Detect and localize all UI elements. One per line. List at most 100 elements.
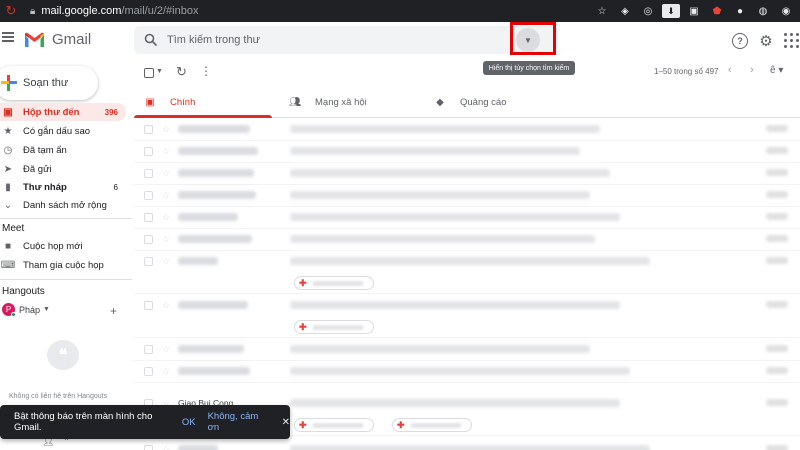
- star-icon[interactable]: ☆: [162, 300, 170, 311]
- table-row[interactable]: ☆: [134, 142, 800, 163]
- bookmark-star-icon[interactable]: ☆: [593, 4, 611, 18]
- sidebar-item-sent[interactable]: ➤ Đã gửi: [0, 160, 126, 178]
- tab-primary[interactable]: ▣ Chính: [134, 86, 272, 118]
- pdf-icon: ✚: [299, 277, 307, 288]
- search-icon[interactable]: [144, 33, 158, 47]
- prev-page-icon[interactable]: ‹: [728, 64, 732, 76]
- star-icon[interactable]: ☆: [162, 168, 170, 179]
- refresh-icon[interactable]: ↻: [176, 64, 187, 80]
- row-checkbox[interactable]: [144, 191, 153, 200]
- extension-icon[interactable]: ◍: [754, 4, 772, 18]
- lock-icon[interactable]: 🔒︎: [30, 6, 35, 17]
- main-menu-icon[interactable]: [2, 32, 14, 44]
- star-icon[interactable]: ☆: [162, 234, 170, 245]
- sender-blurred: [178, 169, 254, 177]
- no-thanks-button[interactable]: Không, cảm ơn: [208, 411, 268, 433]
- sidebar-item-drafts[interactable]: ▮ Thư nháp 6: [0, 178, 126, 196]
- star-icon[interactable]: ☆: [162, 344, 170, 355]
- meet-section-title: Meet: [2, 223, 25, 234]
- more-vert-icon[interactable]: ⋮: [200, 64, 212, 78]
- table-row[interactable]: ☆: [134, 440, 800, 450]
- star-icon[interactable]: ☆: [162, 212, 170, 223]
- search-input[interactable]: Tìm kiếm trong thư: [167, 34, 260, 46]
- date-blurred: [766, 147, 788, 154]
- sidebar: Soạn thư ▣ Hộp thư đến 396 ★ Có gắn dấu …: [0, 60, 134, 450]
- download-icon[interactable]: ⬇: [662, 4, 680, 18]
- row-checkbox[interactable]: [144, 257, 153, 266]
- table-row[interactable]: ☆ ✚: [134, 296, 800, 338]
- apps-grid-icon[interactable]: [784, 33, 800, 49]
- table-row[interactable]: ☆: [134, 208, 800, 229]
- row-checkbox[interactable]: [144, 445, 153, 450]
- select-all-checkbox[interactable]: [144, 68, 154, 78]
- caret-down-icon[interactable]: ▼: [43, 306, 50, 313]
- avatar: P: [2, 303, 16, 317]
- close-icon[interactable]: ✕: [282, 417, 290, 428]
- row-checkbox[interactable]: [144, 235, 153, 244]
- row-checkbox[interactable]: [144, 169, 153, 178]
- tab-promotions[interactable]: ◆ Quảng cáo: [424, 86, 562, 118]
- select-dropdown-icon[interactable]: ▼: [156, 68, 163, 75]
- keyboard-icon: ⌨: [0, 259, 16, 271]
- attachment-chip[interactable]: ✚: [294, 320, 374, 334]
- sender-blurred: [178, 213, 238, 221]
- sidebar-item-snoozed[interactable]: ◷ Đã tạm ẩn: [0, 141, 126, 159]
- window-icon[interactable]: ▣: [685, 4, 703, 18]
- attachment-chip[interactable]: ✚: [294, 418, 374, 432]
- input-tools-icon[interactable]: ê ▾: [770, 65, 783, 76]
- sidebar-item-label: Cuộc họp mới: [23, 240, 83, 252]
- sidebar-item-new-meeting[interactable]: ■ Cuộc họp mới: [0, 237, 126, 255]
- shield-icon[interactable]: ◈: [616, 4, 634, 18]
- reload-icon[interactable]: ↻: [0, 3, 22, 19]
- sidebar-item-more[interactable]: ⌄ Danh sách mở rộng: [0, 196, 126, 214]
- table-row[interactable]: ☆ ✚: [134, 252, 800, 294]
- sidebar-item-label: Có gắn dấu sao: [23, 125, 91, 137]
- url-field[interactable]: mail.google.com/mail/u/2/#inbox: [41, 5, 198, 17]
- table-row[interactable]: ☆: [134, 186, 800, 207]
- table-row[interactable]: ☆: [134, 362, 800, 383]
- sidebar-item-join-meeting[interactable]: ⌨ Tham gia cuộc họp: [0, 256, 126, 274]
- attachment-chip[interactable]: ✚: [294, 276, 374, 290]
- ok-button[interactable]: OK: [182, 417, 196, 428]
- gmail-logo[interactable]: Gmail: [24, 31, 91, 48]
- attachment-name-blurred: [313, 280, 363, 286]
- row-checkbox[interactable]: [144, 367, 153, 376]
- row-checkbox[interactable]: [144, 213, 153, 222]
- hangouts-user[interactable]: P Pháp ▼: [2, 303, 50, 317]
- sidebar-item-starred[interactable]: ★ Có gắn dấu sao: [0, 122, 126, 140]
- sender-blurred: [178, 147, 258, 155]
- extension-icon[interactable]: ●: [731, 4, 749, 18]
- attachment-chip[interactable]: ✚: [392, 418, 472, 432]
- search-bar[interactable]: Tìm kiếm trong thư ▼: [134, 26, 558, 54]
- extension-icon[interactable]: ◎: [639, 4, 657, 18]
- add-contact-icon[interactable]: +: [110, 304, 117, 318]
- pdf-icon: ✚: [299, 419, 307, 430]
- star-icon[interactable]: ☆: [162, 124, 170, 135]
- tab-social[interactable]: 👥︎ Mạng xã hội: [279, 86, 417, 118]
- sidebar-item-inbox[interactable]: ▣ Hộp thư đến 396: [0, 103, 126, 121]
- row-checkbox[interactable]: [144, 147, 153, 156]
- email-list: ☆ ☆ ☆ ☆ ☆ ☆ ☆ ✚ ☆ ✚ ☆ ☆ ☆ Giao Bui Cong ✚…: [134, 118, 800, 450]
- app-name: Gmail: [52, 31, 92, 48]
- row-checkbox[interactable]: [144, 125, 153, 134]
- row-checkbox[interactable]: [144, 301, 153, 310]
- star-icon[interactable]: ☆: [162, 366, 170, 377]
- table-row[interactable]: ☆: [134, 164, 800, 185]
- compose-button[interactable]: Soạn thư: [0, 66, 98, 100]
- sidebar-item-label: Đã tạm ẩn: [23, 144, 67, 156]
- table-row[interactable]: ☆: [134, 230, 800, 251]
- gear-icon[interactable]: ⚙: [758, 33, 774, 50]
- table-row[interactable]: ☆: [134, 340, 800, 361]
- next-page-icon[interactable]: ›: [750, 64, 754, 76]
- table-row[interactable]: ☆: [134, 120, 800, 141]
- star-icon[interactable]: ☆: [162, 444, 170, 450]
- row-checkbox[interactable]: [144, 345, 153, 354]
- star-icon[interactable]: ☆: [162, 256, 170, 267]
- adblock-icon[interactable]: ⬟: [708, 4, 726, 18]
- star-icon[interactable]: ☆: [162, 146, 170, 157]
- star-icon[interactable]: ☆: [162, 190, 170, 201]
- help-icon[interactable]: ?: [732, 33, 748, 49]
- sender-blurred: [178, 301, 248, 309]
- extension-icon[interactable]: ◉: [777, 4, 795, 18]
- sender-blurred: [178, 125, 250, 133]
